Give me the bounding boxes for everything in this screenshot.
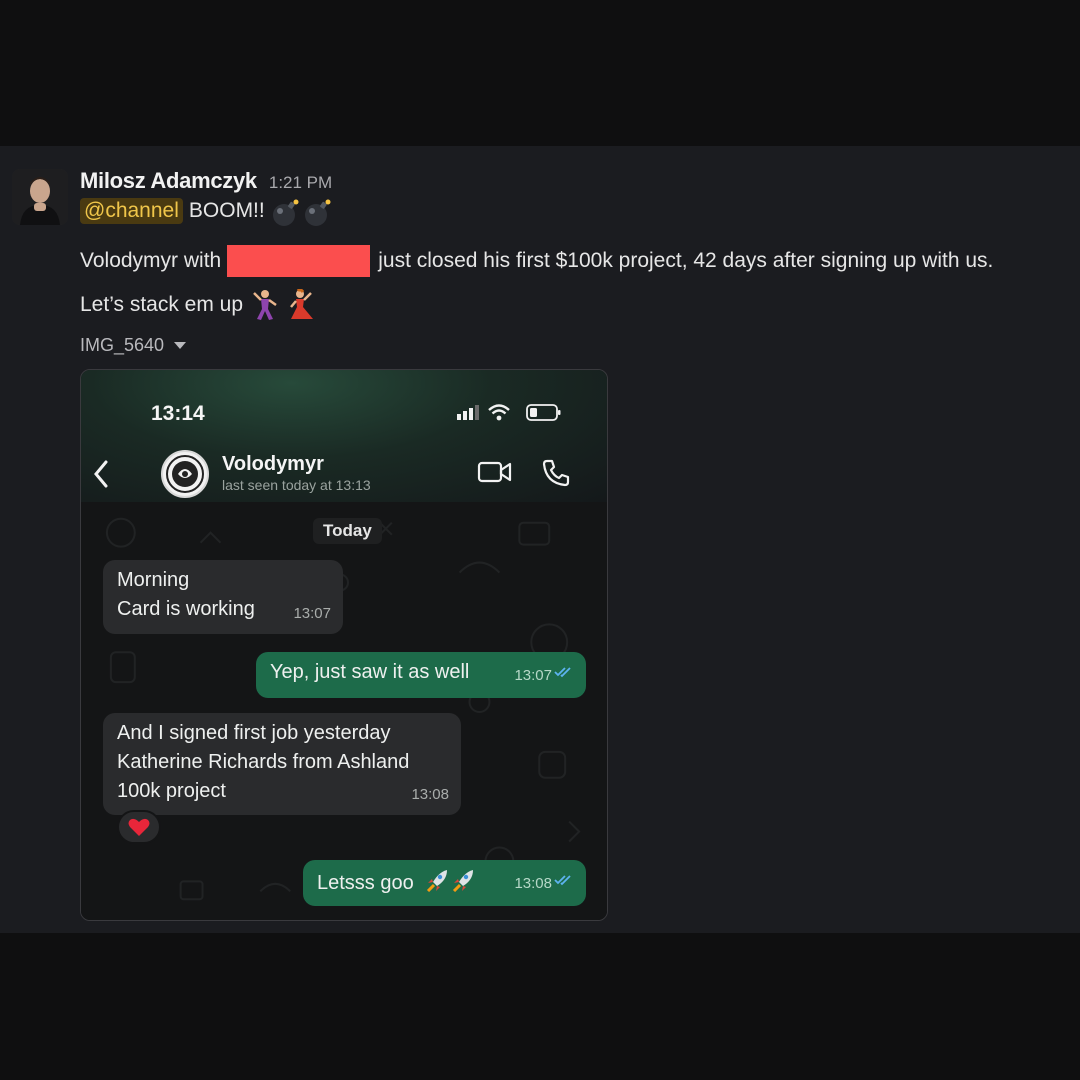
bomb-icon (303, 198, 331, 226)
status-bar-icons (457, 402, 567, 422)
day-separator: Today (313, 518, 382, 544)
message-bubble-incoming[interactable]: Morning Card is working 13:07 (103, 560, 343, 634)
phone-icon[interactable] (541, 458, 571, 493)
message-line-1: @channel BOOM!! (80, 198, 331, 226)
line3-text: Let’s stack em up (80, 293, 244, 316)
message-time: 13:07 (293, 605, 331, 622)
message-text: Morning (117, 569, 190, 591)
double-check-icon (554, 866, 574, 895)
status-bar-clock: 13:14 (151, 402, 205, 425)
dancer-icon (251, 289, 279, 321)
message-text: And I signed first job yesterday (117, 722, 391, 744)
channel-mention[interactable]: @channel (80, 198, 183, 224)
message-bubble-incoming[interactable]: And I signed first job yesterday Katheri… (103, 713, 461, 815)
message-line-3: Let’s stack em up (80, 288, 315, 321)
message-reaction[interactable] (117, 810, 161, 844)
video-icon[interactable] (477, 460, 513, 489)
message-time: 13:07 (514, 667, 552, 684)
bottom-letterbox (0, 933, 1080, 1080)
message-text: 100k project (117, 780, 226, 802)
dancer-icon (287, 288, 315, 321)
boom-text: BOOM!! (188, 199, 265, 222)
message-timestamp[interactable]: 1:21 PM (269, 173, 332, 193)
message-bubble-outgoing[interactable]: Letsss goo 13:08 (303, 860, 586, 906)
caret-down-icon[interactable] (174, 342, 187, 349)
top-letterbox (0, 0, 1080, 146)
author-name[interactable]: Milosz Adamczyk (80, 168, 257, 194)
contact-avatar[interactable] (161, 450, 209, 498)
back-chevron-icon[interactable] (93, 460, 109, 493)
image-attachment[interactable]: 13:14 Volodymyr last seen today at 13:13 (80, 369, 608, 921)
message-header: Milosz Adamczyk 1:21 PM (80, 168, 332, 194)
contact-name[interactable]: Volodymyr (222, 453, 324, 476)
rocket-icon (423, 866, 479, 901)
last-seen-status: last seen today at 13:13 (222, 477, 371, 493)
heart-icon (128, 818, 150, 836)
message-text: Katherine Richards from Ashland (117, 751, 410, 773)
redaction-block (227, 245, 371, 277)
message-text: Letsss goo (317, 871, 414, 894)
file-name[interactable]: IMG_5640 (80, 335, 164, 356)
bomb-icon (271, 198, 299, 226)
message-line-2: Volodymyr with just closed his first $10… (80, 245, 993, 277)
line2-prefix: Volodymyr with (80, 249, 222, 272)
double-check-icon (554, 658, 574, 687)
file-attachment-label[interactable]: IMG_5640 (80, 335, 187, 356)
line2-suffix: just closed his first $100k project, 42 … (378, 249, 994, 272)
avatar[interactable] (12, 169, 68, 225)
message-time: 13:08 (411, 786, 449, 803)
message-bubble-outgoing[interactable]: Yep, just saw it as well 13:07 (256, 652, 586, 698)
message-time: 13:08 (514, 875, 552, 892)
